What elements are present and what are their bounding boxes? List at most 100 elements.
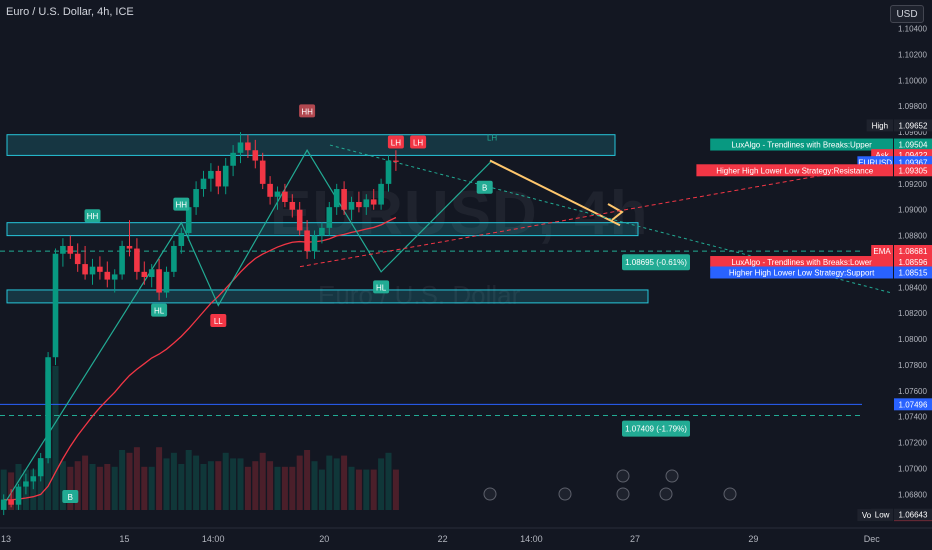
price-tick: 1.08200 xyxy=(898,309,927,318)
price-badge-name: LuxAlgo - Trendlines with Breaks:Upper xyxy=(731,141,872,150)
price-tick: 1.09800 xyxy=(898,102,927,111)
swing-label: LL xyxy=(214,317,223,326)
volume-bar xyxy=(133,447,140,510)
swing-label: HH xyxy=(176,201,188,210)
sr-zone xyxy=(6,289,649,304)
time-tick: 20 xyxy=(319,534,329,544)
volume-bar xyxy=(385,452,392,510)
candle-body xyxy=(378,183,384,205)
event-icon xyxy=(483,487,497,501)
swing-label: B xyxy=(68,493,73,502)
candle-body xyxy=(126,245,133,249)
time-tick: 15 xyxy=(119,534,129,544)
candle-body xyxy=(393,160,399,162)
chart-area[interactable]: EURUSD, 4h Euro / U.S. Dollar HHHHHHLHHL… xyxy=(0,0,932,550)
volume-bar xyxy=(274,466,281,510)
event-icon xyxy=(723,487,737,501)
price-tick: 1.09000 xyxy=(898,206,927,215)
volume-bar xyxy=(318,469,325,510)
candle-body xyxy=(282,191,288,202)
volume-bar xyxy=(178,464,185,510)
volume-bar xyxy=(126,452,133,510)
price-badge-name: Higher High Lower Low Strategy:Resistanc… xyxy=(716,166,874,175)
candle-body xyxy=(89,266,96,275)
candle-body xyxy=(148,269,155,278)
price-marker-label: 1.07409 (-1.79%) xyxy=(625,425,687,434)
candle-body xyxy=(200,178,207,190)
volume-bar xyxy=(259,452,266,510)
candle-body xyxy=(97,266,103,272)
time-tick: Dec xyxy=(864,534,881,544)
candle-body xyxy=(289,201,296,210)
price-tick: 1.07800 xyxy=(898,361,927,370)
candle-body xyxy=(141,271,148,278)
candle-body xyxy=(363,199,370,208)
volume-bar xyxy=(82,455,89,510)
price-tick: 1.09200 xyxy=(898,180,927,189)
volume-bar xyxy=(326,455,333,510)
volume-bar xyxy=(215,461,222,510)
candle-body xyxy=(37,458,44,477)
price-badge-name: LuxAlgo - Trendlines with Breaks:Lower xyxy=(731,258,872,267)
volume-bar xyxy=(392,469,399,510)
volume-bar xyxy=(200,464,207,510)
resistance-dashed xyxy=(299,167,863,268)
swing-label: LH xyxy=(413,138,423,147)
price-tick: 1.10400 xyxy=(898,25,927,34)
volume-bar xyxy=(52,366,59,510)
price-tick: 1.07200 xyxy=(898,439,927,448)
price-tick: 1.07600 xyxy=(898,387,927,396)
swing-label: B xyxy=(482,184,487,193)
candle-body xyxy=(30,476,37,482)
volume-bar xyxy=(96,466,103,510)
event-icon xyxy=(558,487,572,501)
volume-bar xyxy=(89,464,96,510)
volume-bar xyxy=(370,469,377,510)
candle-body xyxy=(185,207,192,234)
candle-body xyxy=(163,271,170,293)
volume-bar xyxy=(222,452,229,510)
time-tick: 14:00 xyxy=(202,534,225,544)
candle-body xyxy=(267,183,273,197)
candle-body xyxy=(259,160,266,184)
volume-bar xyxy=(141,466,148,510)
price-badge-name: EMA xyxy=(873,247,891,256)
candle-body xyxy=(304,230,310,252)
candle-body xyxy=(333,189,340,208)
price-badge-value: 1.07496 xyxy=(899,400,928,409)
event-icon xyxy=(616,469,630,483)
swing-label: HH xyxy=(87,212,99,221)
price-tick: 1.06800 xyxy=(898,490,927,499)
candle-body xyxy=(52,253,59,358)
price-badge-value: 1.09504 xyxy=(899,141,928,150)
time-tick: 13 xyxy=(1,534,11,544)
candle-body xyxy=(237,142,244,153)
candle-body xyxy=(156,269,162,293)
candle-body xyxy=(15,486,22,505)
price-badge-name: High xyxy=(872,121,888,130)
volume-bar xyxy=(207,461,214,510)
volume-bar xyxy=(304,450,311,510)
price-chart[interactable]: HH HH HH LH HL LL HL LH B B LH 1.08695 (-0.61%) 1.07… xyxy=(0,0,932,550)
price-tick: 1.08000 xyxy=(898,335,927,344)
volume-bar xyxy=(111,466,118,510)
candle-body xyxy=(104,271,111,280)
candle-body xyxy=(8,499,14,505)
candle-body xyxy=(178,233,185,246)
volume-bar xyxy=(333,458,340,510)
candle-body xyxy=(356,201,362,208)
candle-body xyxy=(111,274,118,280)
volume-bar xyxy=(237,458,244,510)
candle-body xyxy=(193,189,199,208)
event-icon xyxy=(616,487,630,501)
price-badge-value: 1.09652 xyxy=(899,121,928,130)
currency-button[interactable]: USD xyxy=(890,5,924,23)
price-badge-value: 1.09305 xyxy=(899,166,928,175)
volume-bar xyxy=(185,450,192,510)
price-badge-name: Low xyxy=(875,511,890,520)
price-badge-value: 1.08681 xyxy=(899,247,928,256)
candle-body xyxy=(60,245,66,254)
candle-body xyxy=(82,264,88,275)
volume-bar xyxy=(156,447,163,510)
candle-body xyxy=(348,201,355,210)
